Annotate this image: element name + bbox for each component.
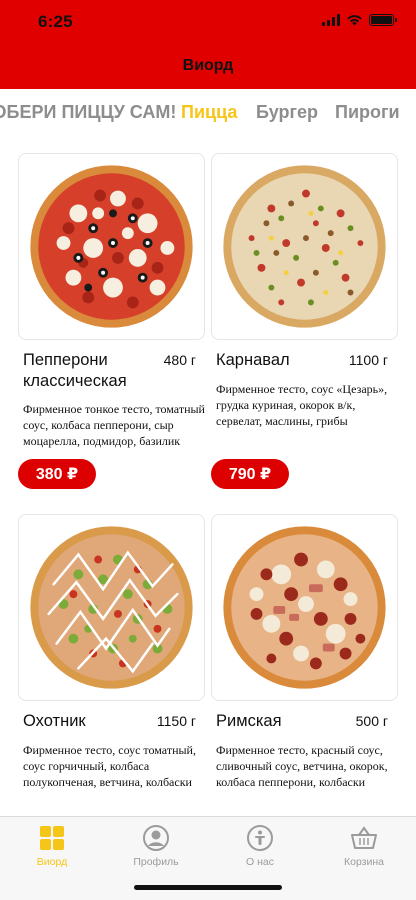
category-tab-pizza[interactable]: Пицца: [181, 102, 237, 123]
tab-label: Профиль: [133, 856, 179, 868]
pizza-okhotnik-image: [30, 526, 193, 689]
grid-icon: [38, 824, 66, 852]
battery-icon: [369, 14, 397, 26]
pizza-pepperoni-image: [30, 165, 193, 328]
app-header: 6:25 Виорд: [0, 0, 416, 89]
page-title: Виорд: [182, 57, 234, 74]
product-description: Фирменное тесто, соус «Цезарь», грудка к…: [216, 382, 388, 428]
product-description: Фирменное тесто, красный соус, сливочный…: [216, 743, 388, 789]
tab-label: Корзина: [344, 856, 384, 868]
tab-label: О нас: [246, 856, 274, 868]
product-weight: 1100 г: [348, 352, 388, 368]
price-button[interactable]: 380 ₽: [18, 459, 96, 489]
profile-icon: [142, 824, 170, 852]
category-tab-build-pizza[interactable]: СОБЕРИ ПИЦЦУ САМ!: [0, 102, 176, 123]
status-time: 6:25: [38, 12, 73, 31]
product-weight: 1150 г: [156, 713, 196, 729]
signal-icon: [322, 14, 340, 26]
product-weight: 500 г: [355, 713, 388, 729]
product-image[interactable]: [18, 514, 205, 701]
basket-icon: [350, 824, 378, 852]
tab-about[interactable]: О нас: [208, 817, 312, 877]
product-description: Фирменное тесто, соус томатный, соус гор…: [23, 743, 196, 789]
tab-viord[interactable]: Виорд: [0, 817, 104, 877]
info-icon: [246, 824, 274, 852]
product-description: Фирменное тонкое тесто, томатный соус, к…: [23, 402, 205, 448]
product-name: Римская: [216, 712, 282, 730]
status-icons: [322, 14, 397, 26]
tab-cart[interactable]: Корзина: [312, 817, 416, 877]
pizza-rimskaya-image: [223, 526, 386, 689]
product-image[interactable]: [211, 514, 398, 701]
category-tab-burger[interactable]: Бургер: [256, 102, 318, 123]
pizza-karnaval-image: [223, 165, 386, 328]
product-name: Охотник: [23, 712, 86, 730]
category-tab-pies[interactable]: Пироги: [335, 102, 400, 123]
product-name: Пепперони классическая: [23, 351, 127, 390]
wifi-icon: [347, 15, 362, 26]
product-image[interactable]: [18, 153, 205, 340]
product-name: Карнавал: [216, 351, 290, 369]
product-weight: 480 г: [163, 352, 196, 368]
home-indicator: [134, 885, 282, 890]
category-tabs: СОБЕРИ ПИЦЦУ САМ! Пицца Бургер Пироги: [0, 89, 416, 137]
tab-profile[interactable]: Профиль: [104, 817, 208, 877]
product-image[interactable]: [211, 153, 398, 340]
price-button[interactable]: 790 ₽: [211, 459, 289, 489]
tab-label: Виорд: [36, 856, 68, 868]
